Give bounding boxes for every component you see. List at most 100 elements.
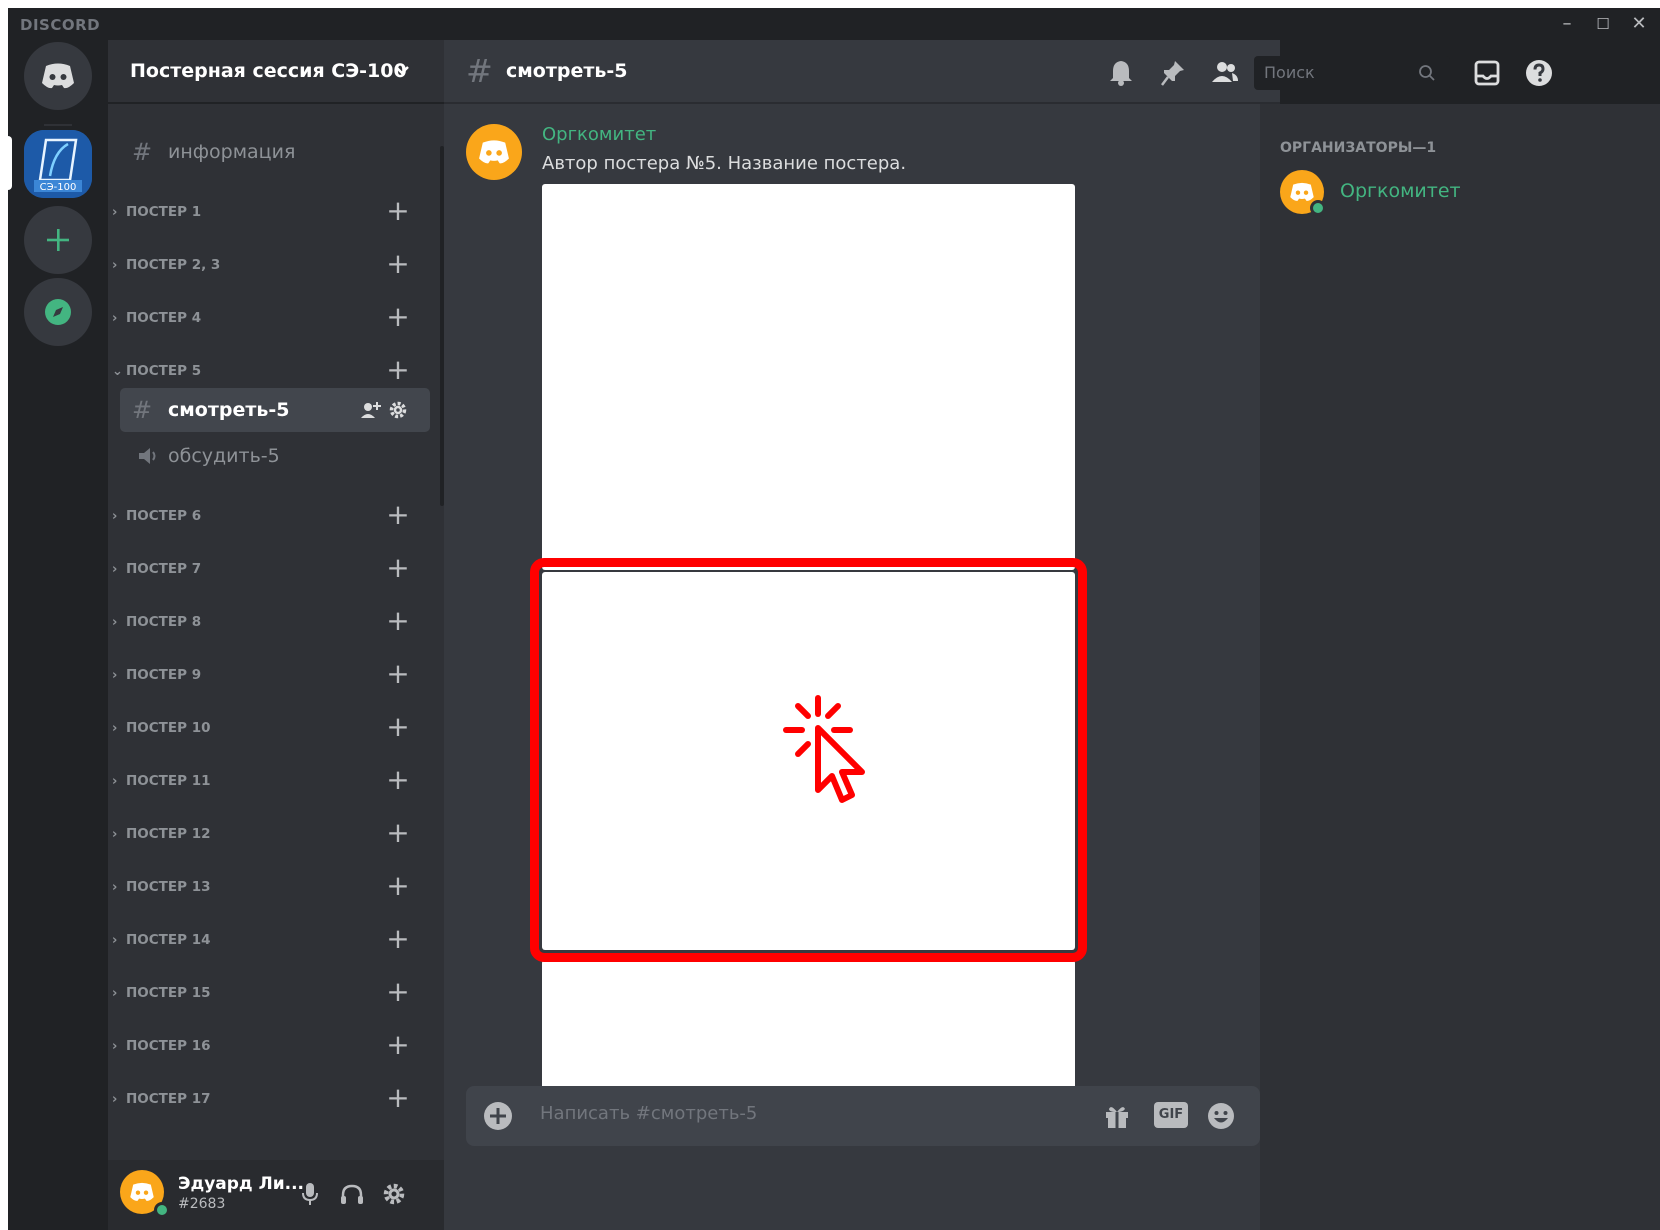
help-button[interactable] [1522,56,1556,90]
maximize-button[interactable]: ☐ [1584,8,1622,40]
server-rail: СЭ-100 [8,40,108,1230]
category-poster-2-3[interactable]: › ПОСТЕР 2, 3 + [112,250,412,279]
pinned-messages-button[interactable] [1156,56,1190,90]
category-label: ПОСТЕР 12 [126,826,211,842]
compass-icon [45,299,71,325]
search-box[interactable]: Поиск [1254,56,1450,90]
mute-button[interactable] [294,1178,326,1210]
chevron-down-icon: ⌄ [112,363,123,379]
server-se100-label: СЭ-100 [40,182,77,193]
user-name: Эдуард Ли... [178,1174,304,1194]
create-channel-icon[interactable]: + [384,713,412,742]
category-poster-10[interactable]: › ПОСТЕР 10 + [112,713,412,742]
message-input[interactable]: Написать #смотреть-5 [540,1103,757,1124]
category-poster-4[interactable]: › ПОСТЕР 4 + [112,303,412,332]
deafen-button[interactable] [336,1178,368,1210]
hash-icon: # [466,52,493,90]
create-channel-icon[interactable]: + [384,250,412,279]
category-poster-9[interactable]: › ПОСТЕР 9 + [112,660,412,689]
gif-button[interactable]: GIF [1154,1102,1188,1128]
chevron-right-icon: › [112,1038,118,1054]
category-label: ПОСТЕР 6 [126,508,202,524]
category-label: ПОСТЕР 1 [126,204,202,220]
create-channel-icon[interactable]: + [384,925,412,954]
category-poster-17[interactable]: › ПОСТЕР 17 + [112,1084,412,1113]
category-label: ПОСТЕР 17 [126,1091,211,1107]
chevron-right-icon: › [112,257,118,273]
user-settings-button[interactable] [378,1178,410,1210]
notifications-button[interactable] [1104,56,1138,90]
explore-servers-button[interactable] [24,278,92,346]
category-label: ПОСТЕР 8 [126,614,202,630]
channel-sidebar: Постерная сессия СЭ-100 # информация › ПО… [108,40,444,1230]
category-poster-12[interactable]: › ПОСТЕР 12 + [112,819,412,848]
create-channel-icon[interactable]: + [384,1084,412,1113]
create-channel-icon[interactable]: + [384,766,412,795]
category-poster-7[interactable]: › ПОСТЕР 7 + [112,554,412,583]
category-poster-11[interactable]: › ПОСТЕР 11 + [112,766,412,795]
category-label: ПОСТЕР 10 [126,720,211,736]
user-panel: Эдуард Ли... #2683 [108,1160,444,1230]
chevron-right-icon: › [112,985,118,1001]
add-server-button[interactable] [24,206,92,274]
category-poster-1[interactable]: › ПОСТЕР 1 + [112,197,412,226]
category-poster-14[interactable]: › ПОСТЕР 14 + [112,925,412,954]
chevron-right-icon: › [112,508,118,524]
category-poster-16[interactable]: › ПОСТЕР 16 + [112,1031,412,1060]
category-poster-8[interactable]: › ПОСТЕР 8 + [112,607,412,636]
app-brand: DISCORD [20,16,101,34]
gift-button[interactable] [1100,1099,1134,1133]
category-poster-13[interactable]: › ПОСТЕР 13 + [112,872,412,901]
message-composer[interactable]: Написать #смотреть-5 GIF [466,1086,1260,1146]
guild-header[interactable]: Постерная сессия СЭ-100 [108,40,444,104]
create-channel-icon[interactable]: + [384,872,412,901]
category-poster-5[interactable]: ⌄ ПОСТЕР 5 + [112,356,412,385]
avatar[interactable] [466,124,522,180]
emoji-icon [1208,1103,1234,1129]
category-label: ПОСТЕР 13 [126,879,211,895]
category-poster-15[interactable]: › ПОСТЕР 15 + [112,978,412,1007]
channel-smotret-5[interactable]: # смотреть-5 [120,388,430,432]
chevron-right-icon: › [112,879,118,895]
discord-logo-icon [42,63,74,89]
member-list-toggle[interactable] [1208,56,1242,90]
image-attachment[interactable] [542,184,1075,570]
channel-obsudit-5[interactable]: обсудить-5 [120,434,430,478]
member-name[interactable]: Оргкомитет [1340,180,1461,202]
create-channel-icon[interactable]: + [384,978,412,1007]
hash-icon: # [132,138,153,166]
message-author[interactable]: Оргкомитет [542,124,656,145]
home-button[interactable] [24,42,92,110]
category-label: ПОСТЕР 15 [126,985,211,1001]
channel-informatsiya[interactable]: # информация [120,130,430,174]
search-icon [1419,65,1435,81]
chevron-right-icon: › [112,1091,118,1107]
upload-plus-icon[interactable] [482,1100,514,1132]
gift-icon [1106,1107,1128,1128]
create-channel-icon[interactable]: + [384,607,412,636]
guild-name: Постерная сессия СЭ-100 [130,60,407,82]
close-window-button[interactable]: ✕ [1620,8,1658,40]
create-channel-icon[interactable]: + [384,819,412,848]
channel-label: обсудить-5 [168,445,280,467]
create-channel-icon[interactable]: + [384,501,412,530]
invite-member-icon[interactable] [360,400,382,420]
create-channel-icon[interactable]: + [384,554,412,583]
create-channel-icon[interactable]: + [384,356,412,385]
create-channel-icon[interactable]: + [384,1031,412,1060]
create-channel-icon[interactable]: + [384,303,412,332]
category-label: ПОСТЕР 9 [126,667,202,683]
inbox-button[interactable] [1470,56,1504,90]
bell-icon [1110,61,1132,86]
rail-separator [44,124,72,126]
discord-logo-icon [130,1182,154,1201]
category-poster-6[interactable]: › ПОСТЕР 6 + [112,501,412,530]
minimize-button[interactable]: – [1548,8,1586,40]
category-label: ПОСТЕР 4 [126,310,202,326]
emoji-button[interactable] [1204,1099,1238,1133]
hash-icon: # [132,396,153,424]
create-channel-icon[interactable]: + [384,660,412,689]
server-se100[interactable]: СЭ-100 [24,130,92,198]
gear-icon[interactable] [388,400,408,420]
create-channel-icon[interactable]: + [384,197,412,226]
